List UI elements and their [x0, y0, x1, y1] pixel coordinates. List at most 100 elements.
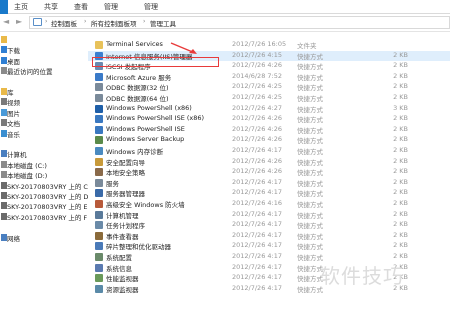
file-size: 2 KB [393, 61, 408, 70]
file-type: 快捷方式 [297, 190, 323, 199]
tab-home[interactable]: 主页 [14, 2, 28, 12]
file-row[interactable]: Windows PowerShell (x86) 2012/7/26 4:27 快捷… [88, 104, 450, 115]
file-row[interactable]: Windows Server Backup 2012/7/26 4:26 快捷方式 2… [88, 135, 450, 146]
file-name: 系统配置 [106, 254, 132, 262]
nav-item-library[interactable]: 库 [0, 87, 88, 97]
breadcrumb-admin-tools[interactable]: 管理工具 [150, 18, 176, 28]
nav-item-network[interactable]: 网络 [0, 233, 88, 243]
tab-view[interactable]: 查看 [74, 2, 88, 12]
powershell-icon [95, 104, 103, 113]
file-size: 2 KB [393, 50, 408, 59]
tab-manage-1[interactable]: 管理 [104, 2, 118, 12]
computer-management-icon [95, 210, 103, 219]
file-row[interactable]: 服务 2012/7/26 4:17 快捷方式 2 KB [88, 178, 450, 189]
file-row[interactable]: ODBC 数据源(64 位) 2012/7/26 4:25 快捷方式 2 KB [88, 93, 450, 104]
file-row[interactable]: Windows PowerShell ISE 2012/7/26 4:26 快捷方式… [88, 125, 450, 136]
file-row[interactable]: ODBC 数据源(32 位) 2012/7/26 4:25 快捷方式 2 KB [88, 82, 450, 93]
nav-item-desktop[interactable]: 桌面 [0, 56, 88, 66]
nav-item-network-drive[interactable]: SKY-20170803VRY 上的 D [0, 191, 88, 201]
nav-item-drive[interactable]: 本地磁盘 (C:) [0, 160, 88, 170]
folder-row[interactable]: Terminal Services 2012/7/26 16:05 文件夹 [88, 40, 450, 51]
file-name: Microsoft Azure 服务 [106, 73, 172, 82]
file-name: 服务 [106, 179, 119, 188]
nav-item-drive[interactable]: 本地磁盘 (D:) [0, 170, 88, 180]
file-type: 快捷方式 [297, 52, 323, 61]
file-row[interactable]: 计算机管理 2012/7/26 4:17 快捷方式 2 KB [88, 210, 450, 221]
file-type: 快捷方式 [297, 95, 323, 103]
nav-item-network-drive[interactable]: SKY-20170803VRY 上的 E [0, 201, 88, 211]
file-row[interactable]: 本地安全策略 2012/7/26 4:26 快捷方式 2 KB [88, 167, 450, 178]
file-name: Windows PowerShell ISE (x86) [106, 114, 205, 123]
address-bar[interactable]: › 控制面板 › 所有控制面板项 › 管理工具 [29, 16, 450, 29]
odbc-icon [95, 83, 103, 92]
backup-icon [95, 136, 103, 145]
nav-item-network-drive[interactable]: SKY-20170803VRY 上的 C [0, 181, 88, 191]
nav-item-picture[interactable]: 图片 [0, 108, 88, 118]
file-date: 2012/7/26 4:26 [232, 156, 282, 165]
file-date: 2012/7/26 4:17 [232, 220, 282, 229]
file-row[interactable]: 事件查看器 2012/7/26 4:17 快捷方式 2 KB [88, 231, 450, 242]
nav-item-computer[interactable]: 计算机 [0, 149, 88, 159]
watermark: 软件技巧 [320, 264, 404, 288]
file-date: 2012/7/26 4:17 [232, 241, 282, 250]
navigation-pane: 下载 桌面最近访问的位置库视频图片文档 音乐计算机 本地磁盘 (C:) 本地磁盘 (D:… [0, 33, 88, 312]
file-name: 本地安全策略 [106, 169, 145, 178]
back-arrow-icon[interactable]: ◄ [3, 17, 9, 26]
breadcrumb-control-panel[interactable]: 控制面板 [51, 18, 77, 28]
tab-manage-2[interactable]: 管理 [144, 2, 158, 12]
file-type: 快捷方式 [297, 116, 323, 125]
file-row[interactable]: Windows 内存诊断 2012/7/26 4:17 快捷方式 2 KB [88, 146, 450, 157]
file-tab[interactable] [0, 0, 8, 14]
file-row[interactable]: 服务器管理器 2012/7/26 4:17 快捷方式 2 KB [88, 188, 450, 199]
file-name: Windows PowerShell ISE [106, 124, 185, 133]
breadcrumb-all-items[interactable]: 所有控制面板项 [91, 18, 137, 28]
azure-icon [95, 72, 103, 81]
file-row[interactable]: 安全配置向导 2012/7/26 4:26 快捷方式 2 KB [88, 157, 450, 168]
nav-item-label: 文档 [7, 120, 20, 129]
file-date: 2012/7/26 4:17 [232, 146, 282, 154]
file-name: 服务器管理器 [106, 190, 145, 199]
nav-item-recent[interactable]: 最近访问的位置 [0, 66, 88, 76]
file-name: 计算机管理 [106, 211, 139, 220]
nav-item-network-drive[interactable]: SKY-20170803VRY 上的 F [0, 212, 88, 222]
file-date: 2012/7/26 4:26 [232, 61, 282, 70]
nav-item-label: 最近访问的位置 [7, 68, 53, 77]
nav-item-label: 下载 [7, 47, 20, 56]
nav-item-video[interactable]: 视频 [0, 97, 88, 107]
ribbon-bar: 主页 共享 查看 管理 管理 [0, 0, 450, 14]
file-size: 2 KB [393, 167, 408, 176]
file-row[interactable]: Windows PowerShell ISE (x86) 2012/7/26 4:… [88, 114, 450, 125]
folder-icon [95, 41, 103, 49]
file-date: 2012/7/26 4:17 [232, 188, 282, 197]
tab-share[interactable]: 共享 [44, 2, 58, 12]
policy-icon [95, 168, 103, 177]
nav-item-label: 图片 [7, 109, 20, 118]
nav-item-download[interactable]: 下载 [0, 45, 88, 55]
file-type: 快捷方式 [297, 201, 323, 209]
file-size: 2 KB [393, 114, 408, 123]
file-type: 快捷方式 [297, 84, 323, 93]
nav-item-label: 计算机 [7, 151, 27, 160]
file-row[interactable]: 碎片整理和优化驱动器 2012/7/26 4:17 快捷方式 2 KB [88, 241, 450, 252]
file-row[interactable]: 高级安全 Windows 防火墙 2012/7/26 4:16 快捷方式 2 KB [88, 199, 450, 210]
file-date: 2012/7/26 4:26 [232, 167, 282, 176]
file-name: 资源监视器 [106, 285, 139, 294]
nav-item-label: 本地磁盘 (C:) [7, 161, 47, 170]
file-date: 2012/7/26 16:05 [232, 40, 287, 48]
nav-item-document[interactable]: 文档 [0, 118, 88, 128]
file-size: 2 KB [393, 230, 408, 239]
file-name: ODBC 数据源(64 位) [106, 95, 169, 103]
nav-item-label: SKY-20170803VRY 上的 E [7, 203, 88, 212]
nav-item-label: 桌面 [7, 57, 20, 66]
file-row[interactable]: 任务计划程序 2012/7/26 4:17 快捷方式 2 KB [88, 220, 450, 231]
nav-item-music[interactable]: 音乐 [0, 129, 88, 139]
forward-arrow-icon[interactable]: ► [16, 17, 22, 26]
memory-icon [95, 147, 103, 155]
file-row[interactable]: Microsoft Azure 服务 2014/6/28 7:52 快捷方式 2 KB [88, 72, 450, 83]
perf-monitor-icon [95, 274, 103, 283]
file-date: 2012/7/26 4:16 [232, 199, 282, 207]
breadcrumb-separator-icon: › [84, 18, 87, 25]
control-panel-icon [33, 18, 42, 26]
